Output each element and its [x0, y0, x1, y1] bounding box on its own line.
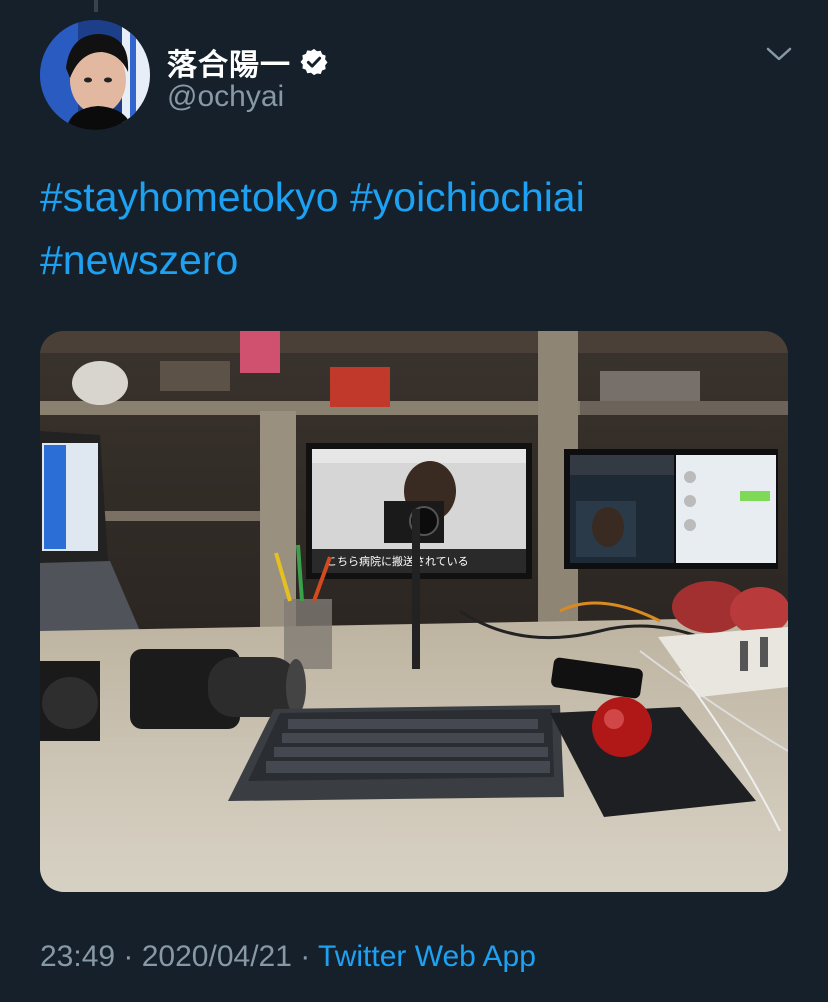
thread-connector-line — [94, 0, 98, 12]
tweet-source-link[interactable]: Twitter Web App — [318, 940, 536, 973]
verified-badge-icon — [299, 47, 329, 77]
hashtag-link[interactable]: #stayhometokyo — [40, 174, 339, 220]
author-name-row: 落合陽一 — [167, 40, 329, 84]
tweet-photo[interactable]: こちら病院に搬送されている — [40, 331, 788, 892]
chevron-down-icon[interactable] — [764, 44, 794, 64]
author-display-name[interactable]: 落合陽一 — [167, 40, 291, 84]
meta-separator: · — [115, 940, 142, 973]
author-handle[interactable]: @ochyai — [167, 80, 284, 114]
desk-setup-photo: こちら病院に搬送されている — [40, 331, 788, 892]
monitor-caption-text: こちら病院に搬送されている — [326, 554, 469, 568]
tweet-date[interactable]: 2020/04/21 — [142, 940, 292, 973]
hashtag-link[interactable]: #newszero — [40, 237, 238, 283]
meta-separator: · — [291, 940, 319, 973]
tweet-time[interactable]: 23:49 — [40, 940, 115, 973]
hashtag-link[interactable]: #yoichiochiai — [350, 174, 585, 220]
avatar-image — [40, 20, 150, 130]
tweet-text: #stayhometokyo #yoichiochiai #newszero — [40, 166, 800, 292]
tweet-detail-view: 落合陽一 @ochyai #stayhometokyo #yoichiochia… — [0, 0, 828, 1002]
avatar[interactable] — [40, 20, 150, 130]
tweet-timestamp-line: 23:49 · 2020/04/21 · Twitter Web App — [40, 940, 536, 974]
